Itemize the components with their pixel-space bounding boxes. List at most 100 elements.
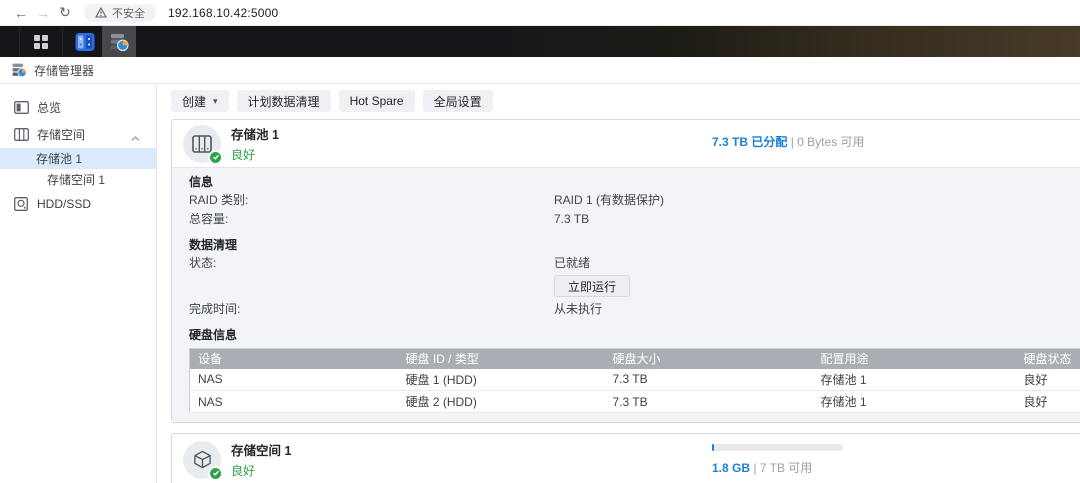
sidebar-item-label: 存储池 1 bbox=[36, 150, 82, 167]
raid-type-label: RAID 类别: bbox=[189, 192, 554, 209]
volume-icon bbox=[183, 441, 221, 479]
pool-status: 良好 bbox=[231, 146, 279, 163]
scheduled-data-scrubbing-button[interactable]: 计划数据清理 bbox=[237, 90, 331, 112]
healthy-check-icon bbox=[208, 466, 223, 481]
window-header: 存储管理器 bbox=[0, 57, 1080, 84]
sidebar: 总览 存储空间 存储池 1 存储空间 1 HDD/SSD bbox=[0, 85, 157, 483]
healthy-check-icon bbox=[208, 150, 223, 165]
storage-columns-icon bbox=[14, 128, 29, 141]
drive-table-row[interactable]: NAS 硬盘 1 (HDD) 7.3 TB 存储池 1 良好 bbox=[190, 369, 1080, 391]
global-settings-button[interactable]: 全局设置 bbox=[423, 90, 493, 112]
volume-usage-bar bbox=[712, 444, 843, 451]
pool-details: 信息 RAID 类别: RAID 1 (有数据保护) 总容量: 7.3 TB 数… bbox=[172, 167, 1080, 422]
security-label: 不安全 bbox=[112, 5, 145, 21]
pool-allocated: 7.3 TB 已分配 bbox=[712, 135, 787, 149]
total-capacity-value: 7.3 TB bbox=[554, 211, 589, 228]
column-drive-id-type: 硬盘 ID / 类型 bbox=[398, 349, 605, 369]
browser-back-icon[interactable]: ← bbox=[10, 5, 32, 21]
volume-usage: 1.8 GB | 7 TB 可用 bbox=[712, 444, 843, 476]
sidebar-item-volume-1[interactable]: 存储空间 1 bbox=[0, 169, 156, 190]
drive-table-row[interactable]: NAS 硬盘 2 (HDD) 7.3 TB 存储池 1 良好 bbox=[190, 391, 1080, 413]
volume-usage-bar-fill bbox=[712, 444, 714, 451]
total-capacity-label: 总容量: bbox=[189, 211, 554, 228]
raid-type-row: RAID 类别: RAID 1 (有数据保护) bbox=[189, 192, 1080, 209]
finish-time-value: 从未执行 bbox=[554, 301, 602, 318]
sidebar-item-label: 存储空间 bbox=[37, 126, 85, 143]
taskbar-app-storage-manager[interactable] bbox=[102, 26, 136, 57]
sidebar-item-pool-1[interactable]: 存储池 1 bbox=[0, 148, 156, 169]
sidebar-item-label: 总览 bbox=[37, 99, 61, 116]
security-chip[interactable]: 不安全 bbox=[84, 4, 156, 22]
data-scrubbing-heading: 数据清理 bbox=[189, 238, 1080, 253]
taskbar-edge bbox=[0, 26, 20, 57]
pool-capacity: 7.3 TB 已分配 | 0 Bytes 可用 bbox=[712, 133, 865, 150]
dsm-taskbar bbox=[0, 26, 1080, 57]
finish-time-row: 完成时间: 从未执行 bbox=[189, 301, 1080, 318]
cell-id-type: 硬盘 2 (HDD) bbox=[398, 391, 605, 413]
overview-icon bbox=[14, 101, 29, 114]
hot-spare-button[interactable]: Hot Spare bbox=[339, 90, 415, 112]
cell-device: NAS bbox=[190, 391, 398, 413]
scrub-status-value: 已就绪 bbox=[554, 255, 590, 272]
drive-table-header: 设备 硬盘 ID / 类型 硬盘大小 配置用途 硬盘状态 bbox=[190, 349, 1080, 369]
scrub-status-label: 状态: bbox=[189, 255, 554, 272]
pool-available: 0 Bytes 可用 bbox=[797, 135, 864, 149]
cell-id-type: 硬盘 1 (HDD) bbox=[398, 369, 605, 391]
volume-used: 1.8 GB bbox=[712, 461, 750, 475]
volume-name: 存储空间 1 bbox=[231, 440, 291, 459]
grid-menu-icon bbox=[33, 34, 49, 50]
column-drive-size: 硬盘大小 bbox=[605, 349, 813, 369]
sidebar-item-hdd-ssd[interactable]: HDD/SSD bbox=[0, 190, 156, 217]
storage-manager-window: 存储管理器 总览 存储空间 存储池 1 存储空间 1 bbox=[0, 57, 1080, 483]
warning-icon bbox=[95, 7, 107, 18]
browser-toolbar: ← → ↻ 不安全 192.168.10.42:5000 bbox=[0, 0, 1080, 26]
file-station-icon bbox=[75, 32, 95, 52]
browser-forward-icon[interactable]: → bbox=[32, 5, 54, 21]
sidebar-item-overview[interactable]: 总览 bbox=[0, 94, 156, 121]
drive-info-heading: 硬盘信息 bbox=[189, 328, 1080, 343]
volume-card[interactable]: 存储空间 1 良好 1.8 GB | 7 TB 可用 bbox=[171, 433, 1080, 483]
window-title: 存储管理器 bbox=[34, 62, 94, 79]
sidebar-item-label: 存储空间 1 bbox=[47, 171, 105, 188]
browser-refresh-icon[interactable]: ↻ bbox=[54, 4, 76, 21]
pool-name: 存储池 1 bbox=[231, 124, 279, 143]
total-capacity-row: 总容量: 7.3 TB bbox=[189, 211, 1080, 228]
storage-pool-icon bbox=[183, 125, 221, 163]
column-allocation: 配置用途 bbox=[813, 349, 1016, 369]
finish-time-label: 完成时间: bbox=[189, 301, 554, 318]
scrub-status-row: 状态: 已就绪 bbox=[189, 255, 1080, 272]
drive-table: 设备 硬盘 ID / 类型 硬盘大小 配置用途 硬盘状态 NAS 硬盘 1 (H… bbox=[189, 348, 1080, 413]
raid-type-value: RAID 1 (有数据保护) bbox=[554, 192, 664, 209]
cell-status: 良好 bbox=[1016, 369, 1080, 391]
sidebar-item-label: HDD/SSD bbox=[37, 197, 91, 211]
storage-pool-card: 存储池 1 良好 7.3 TB 已分配 | 0 Bytes 可用 信息 RAID… bbox=[171, 119, 1080, 423]
column-device: 设备 bbox=[190, 349, 398, 369]
run-now-button[interactable]: 立即运行 bbox=[554, 275, 630, 297]
cell-status: 良好 bbox=[1016, 391, 1080, 413]
chevron-up-icon[interactable] bbox=[131, 131, 140, 145]
storage-manager-icon bbox=[109, 32, 129, 52]
disk-icon bbox=[14, 197, 29, 211]
storage-pool-header[interactable]: 存储池 1 良好 7.3 TB 已分配 | 0 Bytes 可用 bbox=[172, 120, 1080, 167]
main-menu-button[interactable] bbox=[20, 26, 63, 57]
cell-size: 7.3 TB bbox=[605, 391, 813, 413]
create-button-label: 创建 bbox=[182, 93, 206, 110]
address-bar-url[interactable]: 192.168.10.42:5000 bbox=[168, 6, 278, 20]
create-button[interactable]: 创建 ▾ bbox=[171, 90, 229, 112]
separator: | bbox=[791, 135, 794, 149]
main-content: 创建 ▾ 计划数据清理 Hot Spare 全局设置 存储池 1 良好 bbox=[158, 85, 1080, 483]
info-heading: 信息 bbox=[189, 175, 1080, 190]
cell-allocation: 存储池 1 bbox=[813, 391, 1016, 413]
storage-manager-icon bbox=[11, 62, 27, 78]
cell-size: 7.3 TB bbox=[605, 369, 813, 391]
volume-status: 良好 bbox=[231, 462, 291, 479]
taskbar-app-file-station[interactable] bbox=[68, 26, 102, 57]
caret-down-icon: ▾ bbox=[213, 96, 218, 107]
cell-device: NAS bbox=[190, 369, 398, 391]
cell-allocation: 存储池 1 bbox=[813, 369, 1016, 391]
toolbar: 创建 ▾ 计划数据清理 Hot Spare 全局设置 bbox=[171, 90, 1080, 112]
volume-available: 7 TB 可用 bbox=[760, 461, 812, 475]
sidebar-item-storage[interactable]: 存储空间 bbox=[0, 121, 156, 148]
separator: | bbox=[753, 461, 756, 475]
column-drive-status: 硬盘状态 bbox=[1016, 349, 1080, 369]
